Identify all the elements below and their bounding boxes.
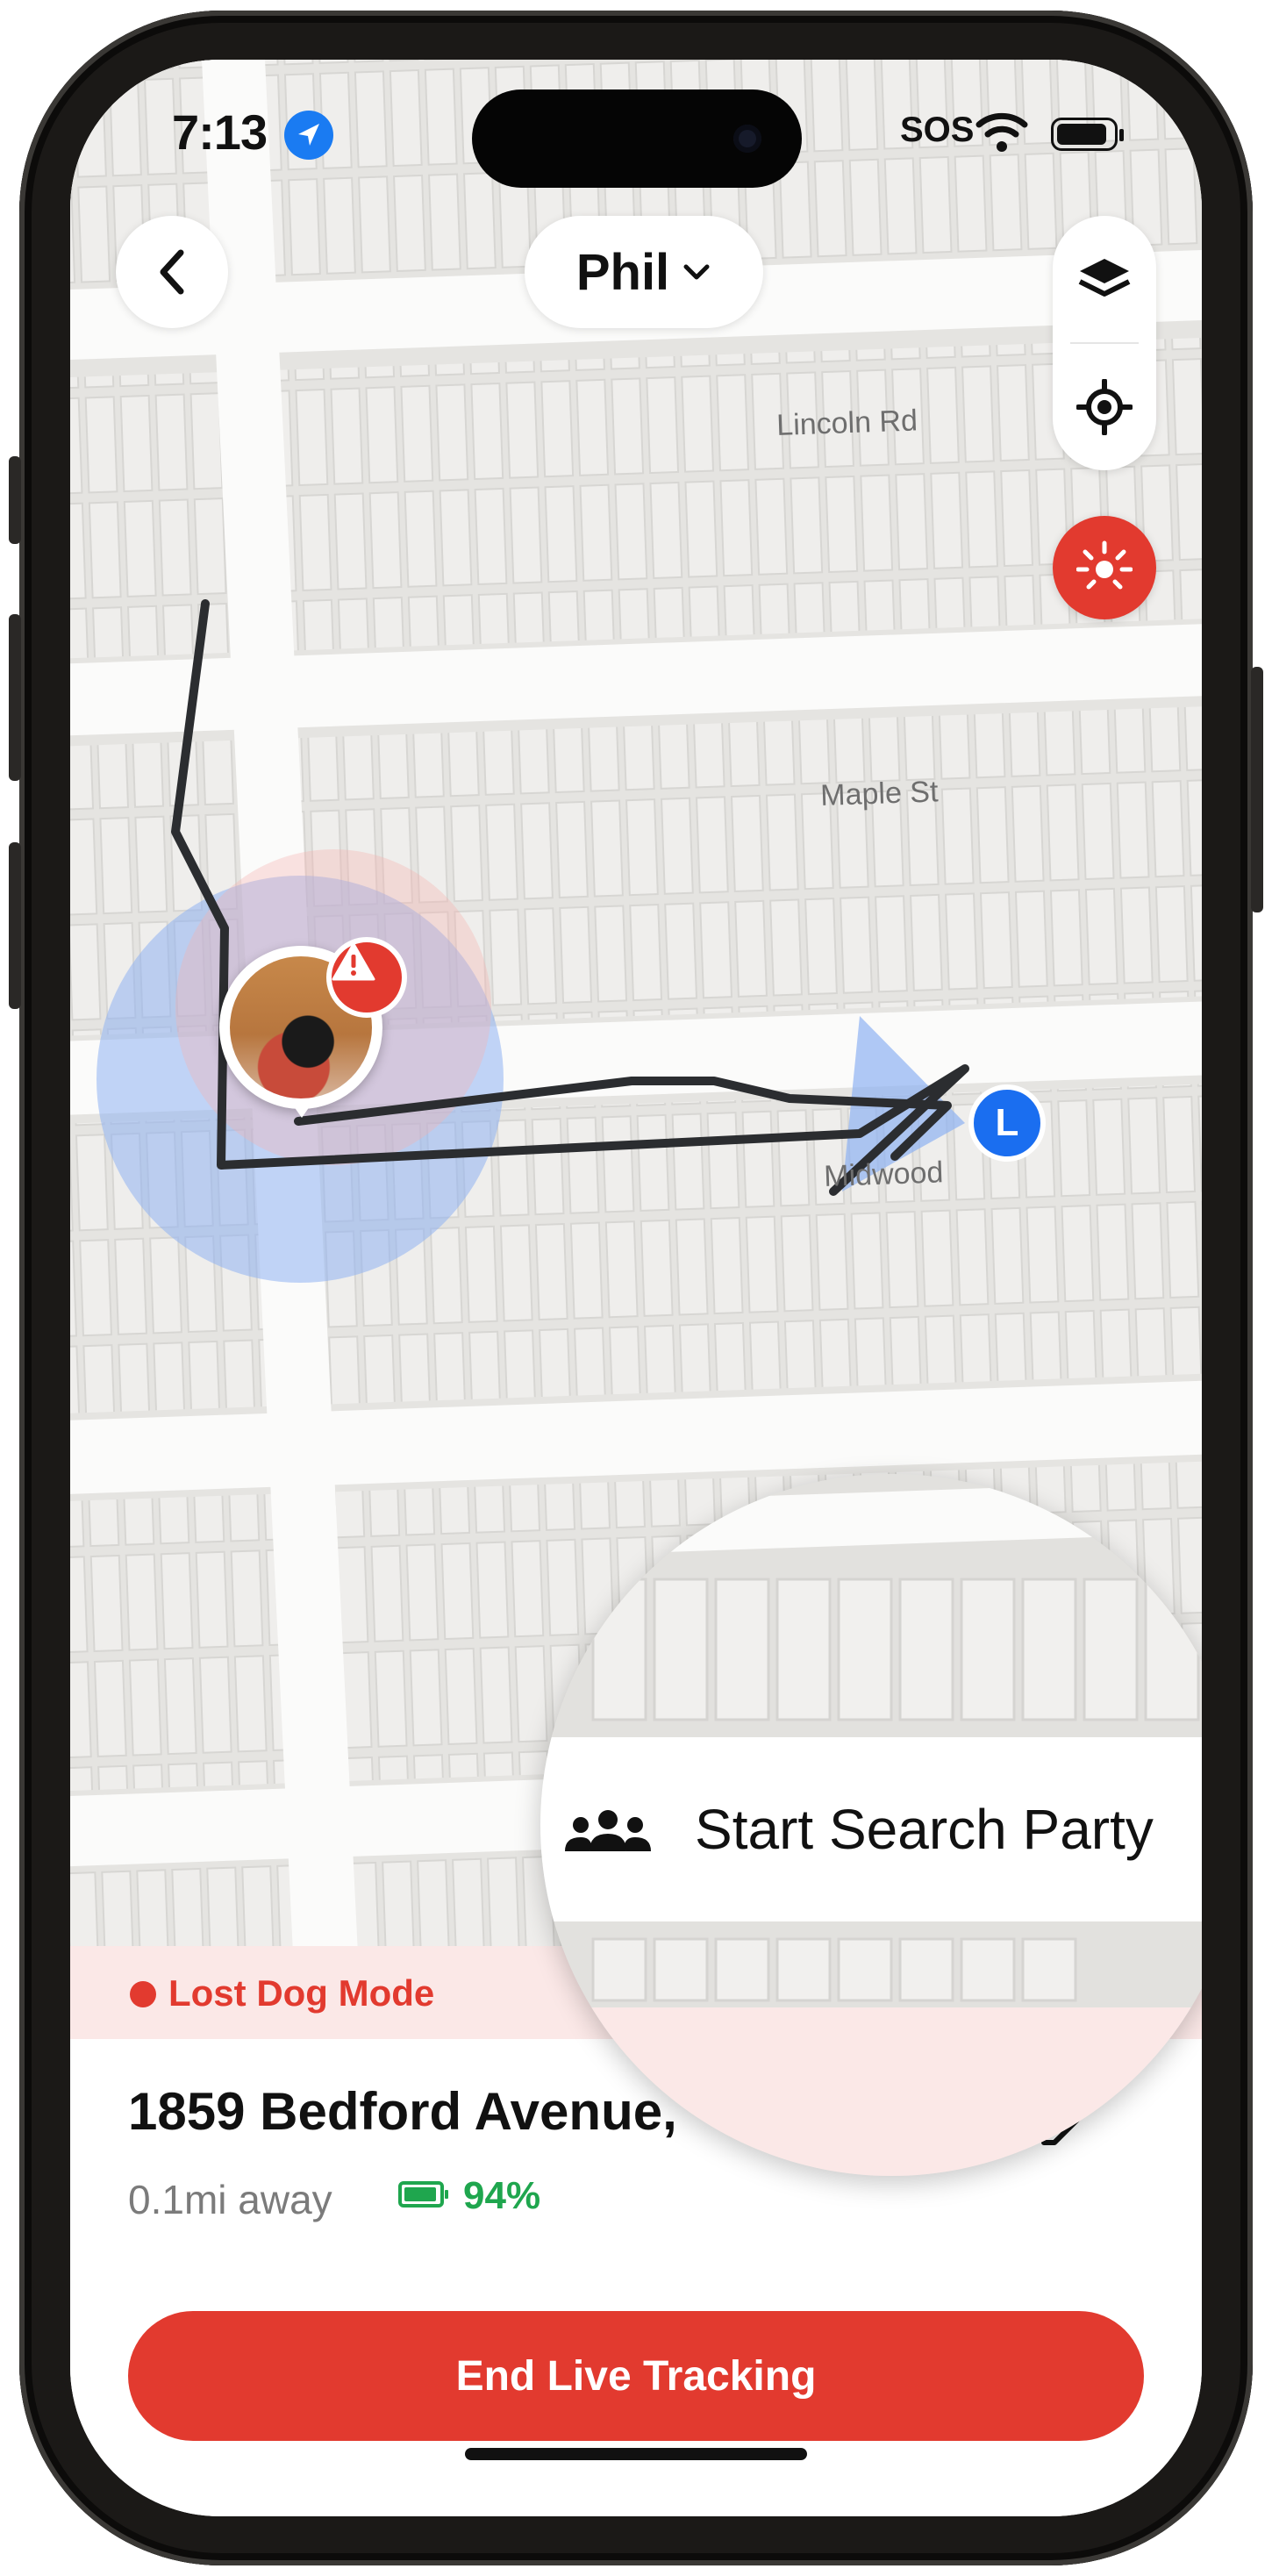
wifi-icon [974,109,1030,159]
chevron-down-icon [683,264,710,280]
layers-icon [1078,258,1131,297]
warning-icon [326,937,407,1018]
locate-button[interactable] [1053,343,1156,470]
status-time: 7:13 [172,104,268,160]
screen: Lincoln Rd Maple St Midwood L 7:13 SOS P… [70,60,1202,2516]
status-bar: 7:13 SOS [70,60,1202,200]
lost-mode-label: Lost Dog Mode [168,1972,435,2014]
lost-mode-dot [130,1981,156,2007]
distance-text: 0.1mi away [128,2177,332,2222]
mute-switch [9,456,21,544]
street-label-midwood: Midwood [823,1156,944,1194]
front-camera [733,125,761,153]
street-label-maple: Maple St [819,775,940,813]
locate-icon [1076,378,1133,435]
status-battery-icon [1051,118,1124,151]
siren-icon [1076,540,1133,590]
location-badge[interactable]: L [968,1084,1046,1162]
search-party-action[interactable]: Start Search Party [540,1737,1202,1921]
status-sos: SOS [900,111,975,149]
layers-button[interactable] [1053,216,1156,343]
magnifier-callout: Start Search Party [540,1474,1202,2176]
start-search-party-label: Start Search Party [695,1798,1154,1861]
back-button[interactable] [116,216,228,328]
end-live-tracking-button[interactable]: End Live Tracking [128,2311,1144,2441]
dog-marker-pointer [289,1100,314,1118]
volume-up-button [9,614,21,781]
map-tools [1053,216,1156,470]
dynamic-island [472,89,802,188]
power-button [1251,667,1263,912]
pet-selector[interactable]: Phil [525,216,763,328]
street-label-lincoln: Lincoln Rd [775,404,918,443]
people-icon [560,1809,656,1859]
back-chevron-icon [160,249,184,295]
battery-icon [398,2181,448,2207]
volume-down-button [9,842,21,1009]
pet-name: Phil [575,243,670,301]
magnified-lost-banner [540,2007,1202,2176]
location-arrow-icon [284,111,333,160]
home-indicator[interactable] [465,2448,807,2460]
siren-button[interactable] [1053,516,1156,619]
battery-percent: 94% [463,2174,541,2217]
